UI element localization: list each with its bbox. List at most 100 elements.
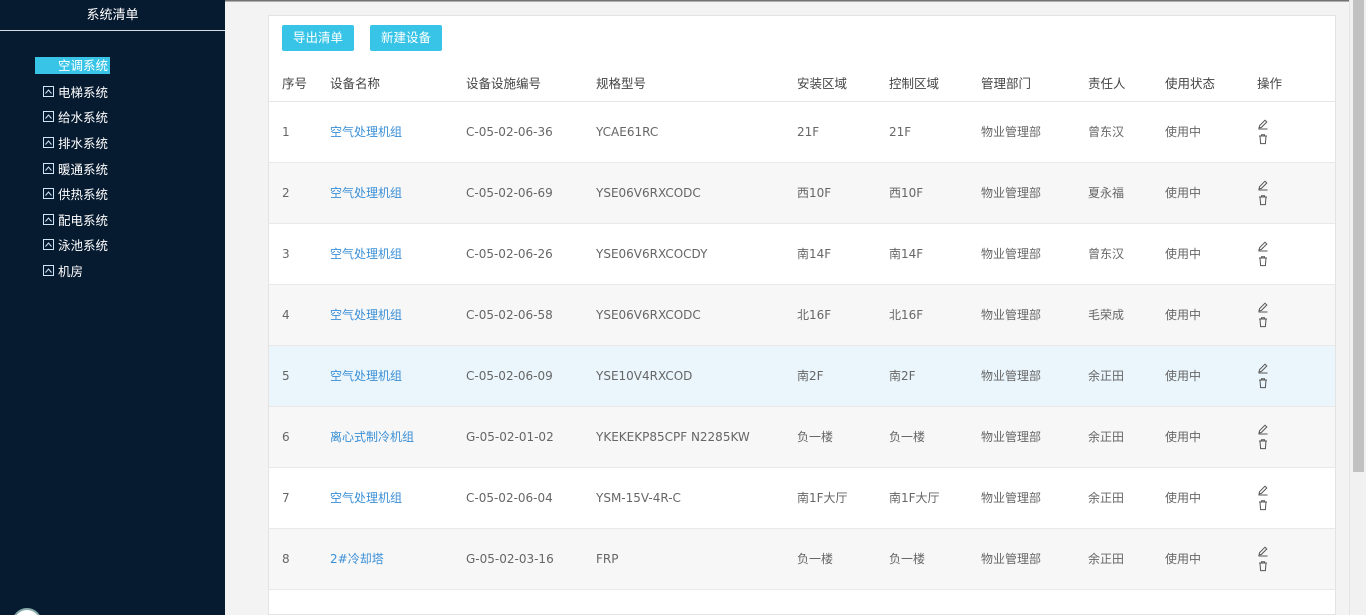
pencil-icon[interactable] [1257,240,1269,252]
row-actions [1257,423,1335,450]
pencil-icon[interactable] [1257,301,1269,313]
table-row[interactable]: 1 空气处理机组 C-05-02-06-36 YCAE61RC 21F 21F 物业管理部曾… [269,101,1335,163]
cell-model: YSE06V6RXCODC [596,284,797,346]
cell-status: 使用中 [1165,101,1257,163]
chevron-up-box-icon [43,239,54,251]
tree-item-heat-supply[interactable]: 供热系统 [35,181,110,207]
pencil-icon[interactable] [1257,545,1269,557]
equipment-name-link[interactable]: 空气处理机组 [330,491,402,505]
row-actions [1257,240,1335,267]
cell-actions [1257,101,1335,163]
pencil-icon[interactable] [1257,179,1269,191]
cell-department: 物业管理部 [981,345,1088,407]
cell-owner: 余正田 [1088,406,1165,468]
trash-icon[interactable] [1257,194,1269,206]
cell-actions [1257,345,1335,407]
table-row[interactable]: 6 离心式制冷机组 G-05-02-01-02 YKEKEKP85CPF N2285K… [269,406,1335,468]
sidebar-title: 系统清单 [0,0,225,31]
tree-item-label: 空调系统 [35,57,111,75]
tree-item-power-distribution[interactable]: 配电系统 [35,207,110,233]
tree-item-drainage[interactable]: 排水系统 [35,130,110,156]
tree-item-heating-ventilation[interactable]: 暖通系统 [35,155,110,181]
column-header: 控制区域 [889,64,981,102]
table-row[interactable]: 4 空气处理机组 C-05-02-06-58 YSE06V6RXCODC 北16F 北16… [269,284,1335,346]
tree-item-pool[interactable]: 泳池系统 [35,232,110,258]
cell-owner: 夏永福 [1088,162,1165,224]
cell-code: C-05-02-06-26 [466,223,596,285]
cell-status: 使用中 [1165,528,1257,590]
equipment-name-link[interactable]: 空气处理机组 [330,125,402,139]
column-header: 设备名称 [330,64,466,102]
tree-item-machine-room[interactable]: 机房 [35,258,110,284]
cell-department: 物业管理部 [981,284,1088,346]
tree-item-hvac[interactable]: 空调系统 [35,53,111,79]
equipment-name-link[interactable]: 空气处理机组 [330,308,402,322]
cell-code: C-05-02-06-09 [466,345,596,407]
cell-code: C-05-02-06-04 [466,467,596,529]
table-row[interactable]: 3 空气处理机组 C-05-02-06-26 YSE06V6RXCOCDY 南14F 南1… [269,223,1335,285]
trash-icon[interactable] [1257,255,1269,267]
tree-item-water-supply[interactable]: 给水系统 [35,104,110,130]
equipment-name-link[interactable]: 空气处理机组 [330,247,402,261]
cell-department: 物业管理部 [981,467,1088,529]
trash-icon[interactable] [1257,316,1269,328]
chevron-up-box-icon [43,111,54,123]
avatar[interactable] [12,608,42,615]
trash-icon[interactable] [1257,377,1269,389]
cell-name: 空气处理机组 [330,101,466,163]
cell-name: 空气处理机组 [330,345,466,407]
equipment-name-link[interactable]: 2#冷却塔 [330,552,384,566]
toolbar: 导出清单 新建设备 [282,25,443,51]
column-header: 安装区域 [797,64,889,102]
trash-icon[interactable] [1257,438,1269,450]
cell-install-area: 21F [797,101,889,163]
tree-item-elevator[interactable]: 电梯系统 [35,79,110,105]
table-row[interactable]: 8 2#冷却塔 G-05-02-03-16 FRP 负一楼 负一楼 物业管理部 余正田 使用中 [269,528,1335,590]
tree-item-label: 泳池系统 [58,238,109,254]
cell-name: 空气处理机组 [330,162,466,224]
pencil-icon[interactable] [1257,484,1269,496]
cell-control-area: 负一楼 [889,406,981,468]
sidebar: 系统清单 空调系统 电梯系统 给水系统 排水系统 暖通系统 供热系统 配电系统 [0,0,225,615]
column-header: 设备设施编号 [466,64,596,102]
pencil-icon[interactable] [1257,118,1269,130]
trash-icon[interactable] [1257,133,1269,145]
row-actions [1257,484,1335,511]
cell-code: G-05-02-01-02 [466,406,596,468]
cell-owner: 余正田 [1088,467,1165,529]
column-header: 序号 [269,64,330,102]
cell-actions [1257,162,1335,224]
cell-control-area: 西10F [889,162,981,224]
table-row[interactable]: 2 空气处理机组 C-05-02-06-69 YSE06V6RXCODC 西10F 西10… [269,162,1335,224]
equipment-name-link[interactable]: 空气处理机组 [330,186,402,200]
cell-model: FRP [596,528,797,590]
column-header: 责任人 [1088,64,1165,102]
tree-item-label: 暖通系统 [58,161,109,177]
column-header: 使用状态 [1165,64,1257,102]
export-list-button[interactable]: 导出清单 [282,25,355,51]
cell-control-area: 北16F [889,284,981,346]
equipment-name-link[interactable]: 离心式制冷机组 [330,430,414,444]
equipment-name-link[interactable]: 空气处理机组 [330,369,402,383]
trash-icon[interactable] [1257,560,1269,572]
new-equipment-button[interactable]: 新建设备 [370,25,443,51]
cell-code: C-05-02-06-58 [466,284,596,346]
cell-status: 使用中 [1165,406,1257,468]
table-row[interactable]: 7 空气处理机组 C-05-02-06-04 YSM-15V-4R-C 南1F大厅 南1F… [269,467,1335,529]
cell-index: 3 [269,223,330,285]
scrollbar-thumb[interactable] [1353,0,1364,472]
cell-control-area: 南14F [889,223,981,285]
tree-item-label: 给水系统 [58,110,109,126]
pencil-icon[interactable] [1257,362,1269,374]
vertical-scrollbar[interactable] [1349,0,1366,615]
cell-status: 使用中 [1165,162,1257,224]
cell-actions [1257,406,1335,468]
pencil-icon[interactable] [1257,423,1269,435]
row-actions [1257,301,1335,328]
row-actions [1257,362,1335,389]
cell-install-area: 负一楼 [797,528,889,590]
row-actions [1257,118,1335,145]
trash-icon[interactable] [1257,499,1269,511]
table-row[interactable]: 5 空气处理机组 C-05-02-06-09 YSE10V4RXCOD 南2F 南2F 物业… [269,345,1335,407]
cell-owner: 余正田 [1088,345,1165,407]
